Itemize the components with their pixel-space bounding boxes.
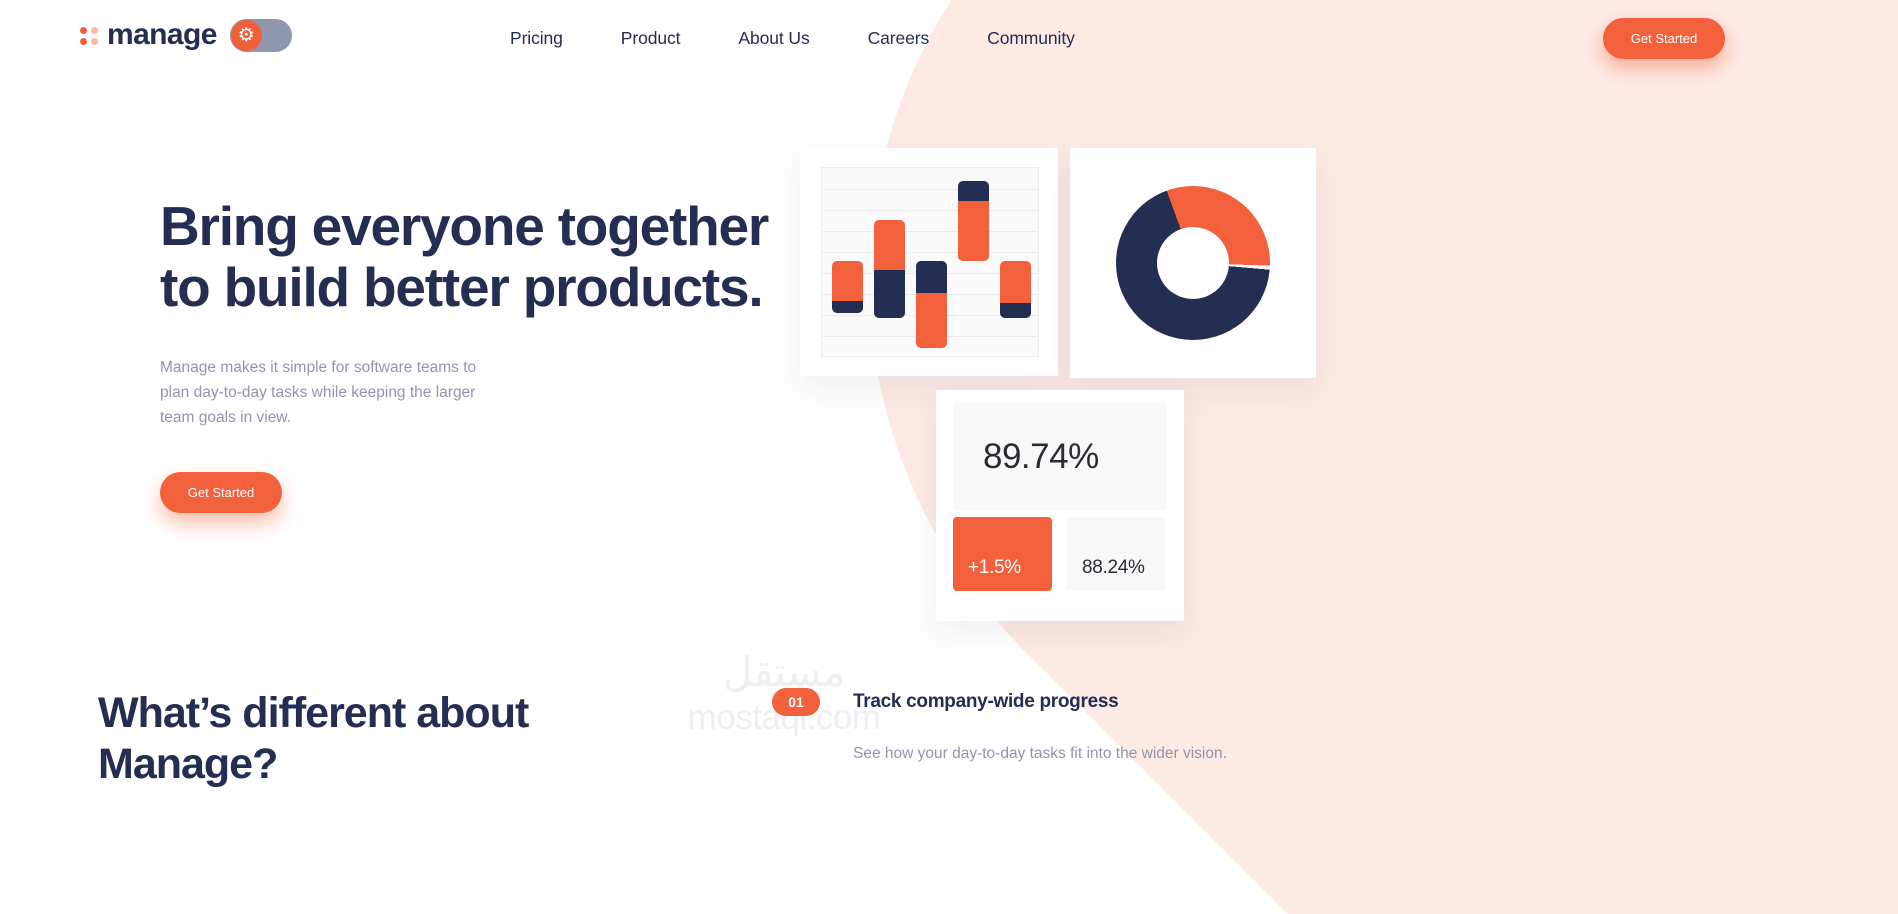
feature-number-badge: 01 bbox=[772, 688, 820, 716]
site-header: manage ⚙ Pricing Product About Us Career… bbox=[0, 0, 1898, 78]
primary-stat-tile: 89.74% bbox=[953, 403, 1167, 510]
hero-content: Bring everyone together to build better … bbox=[160, 196, 780, 514]
feature-header: 01 Track company-wide progress bbox=[772, 688, 1672, 716]
gear-icon: ⚙ bbox=[237, 24, 255, 46]
nav-item-pricing[interactable]: Pricing bbox=[510, 28, 563, 49]
stats-card: 89.74% +1.5% 88.24% bbox=[936, 390, 1184, 621]
delta-stat-value: +1.5% bbox=[968, 557, 1021, 578]
four-dots-icon bbox=[80, 27, 98, 45]
logo[interactable]: manage ⚙ bbox=[80, 18, 292, 52]
bar-3 bbox=[916, 261, 947, 348]
logo-text: manage bbox=[107, 18, 217, 51]
watermark-arabic: مستقل bbox=[722, 649, 846, 695]
bar-4 bbox=[958, 181, 989, 261]
secondary-stat-tile: 88.24% bbox=[1067, 517, 1166, 591]
nav-item-community[interactable]: Community bbox=[987, 28, 1075, 49]
nav-item-product[interactable]: Product bbox=[621, 28, 681, 49]
hero-title: Bring everyone together to build better … bbox=[160, 196, 780, 317]
nav-item-careers[interactable]: Careers bbox=[868, 28, 930, 49]
settings-toggle[interactable]: ⚙ bbox=[229, 18, 292, 52]
bar-2 bbox=[874, 220, 905, 318]
feature-description: See how your day-to-day tasks fit into t… bbox=[853, 745, 1227, 762]
feature-title: Track company-wide progress bbox=[853, 691, 1119, 712]
feature-item: 01 Track company-wide progress See how y… bbox=[772, 688, 1672, 767]
section-heading-line-2: Manage? bbox=[98, 739, 278, 788]
hero-get-started-button[interactable]: Get Started bbox=[160, 472, 282, 514]
toggle-knob: ⚙ bbox=[230, 19, 262, 51]
landing-page: manage ⚙ Pricing Product About Us Career… bbox=[0, 0, 1898, 914]
main-navigation: Pricing Product About Us Careers Communi… bbox=[510, 28, 1075, 49]
bar-1 bbox=[832, 261, 863, 313]
hero-title-line-2: to build better products. bbox=[160, 255, 764, 318]
header-get-started-button[interactable]: Get Started bbox=[1603, 18, 1725, 59]
bar-5 bbox=[1000, 261, 1031, 318]
donut-hole bbox=[1157, 227, 1229, 299]
section-heading-line-1: What’s different about bbox=[98, 689, 529, 737]
secondary-stat-value: 88.24% bbox=[1082, 557, 1145, 578]
bar-chart-plot bbox=[821, 167, 1039, 357]
donut-chart bbox=[1116, 186, 1270, 340]
donut-chart-card bbox=[1070, 148, 1316, 378]
nav-item-about-us[interactable]: About Us bbox=[738, 28, 809, 49]
section-heading: What’s different about Manage? bbox=[98, 688, 718, 789]
primary-stat-value: 89.74% bbox=[983, 436, 1099, 476]
bar-chart-card bbox=[800, 148, 1058, 376]
hero-paragraph: Manage makes it simple for software team… bbox=[160, 359, 477, 427]
hero-title-line-1: Bring everyone together bbox=[160, 195, 769, 257]
background-blob-decoration bbox=[653, 0, 1898, 914]
delta-stat-tile: +1.5% bbox=[953, 517, 1052, 591]
